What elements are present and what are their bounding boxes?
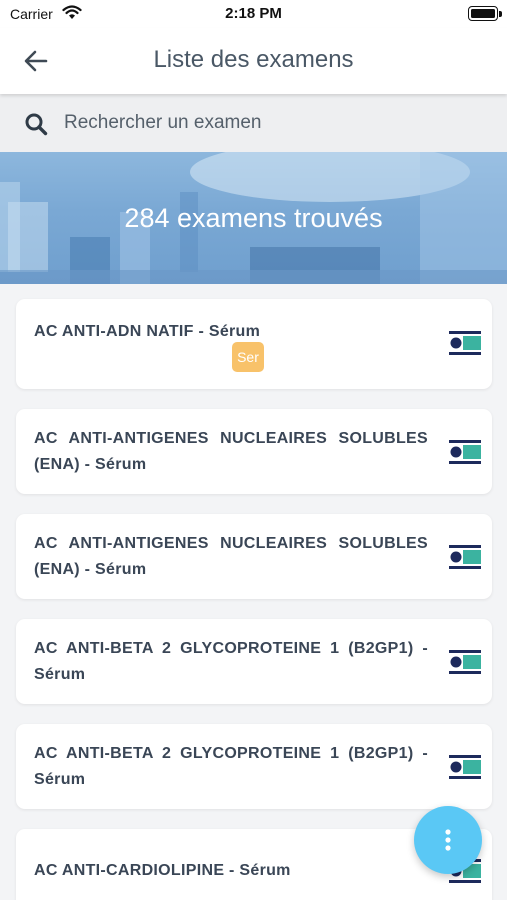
search-input[interactable] — [64, 106, 484, 140]
battery-tip — [499, 11, 502, 17]
sample-type-icon — [449, 331, 481, 355]
exam-name: AC ANTI-BETA 2 GLYCOPROTEINE 1 (B2GP1) -… — [34, 745, 428, 788]
status-bar: Carrier 2:18 PM — [0, 0, 507, 28]
results-count: 284 examens trouvés — [124, 203, 383, 233]
battery-icon — [468, 6, 498, 21]
clock: 2:18 PM — [225, 5, 282, 22]
sample-type-badge: Ser — [232, 342, 264, 372]
search-bar — [0, 94, 507, 152]
more-vertical-icon — [445, 829, 451, 851]
app-header: Liste des examens — [0, 28, 507, 94]
exam-card[interactable]: AC ANTI-BETA 2 GLYCOPROTEINE 1 (B2GP1) -… — [16, 724, 492, 809]
exam-card[interactable]: AC ANTI-BETA 2 GLYCOPROTEINE 1 (B2GP1) -… — [16, 619, 492, 704]
exam-name: AC ANTI-ANTIGENES NUCLEAIRES SOLUBLES (E… — [34, 430, 428, 473]
page-title: Liste des examens — [153, 46, 354, 73]
exam-name: AC ANTI-ANTIGENES NUCLEAIRES SOLUBLES (E… — [34, 535, 428, 578]
exam-card[interactable]: AC ANTI-ANTIGENES NUCLEAIRES SOLUBLES (E… — [16, 514, 492, 599]
exam-name: AC ANTI-BETA 2 GLYCOPROTEINE 1 (B2GP1) -… — [34, 640, 428, 683]
exam-name: AC ANTI-CARDIOLIPINE - Sérum — [34, 862, 291, 879]
exam-card[interactable]: AC ANTI-ANTIGENES NUCLEAIRES SOLUBLES (E… — [16, 409, 492, 494]
sample-type-icon — [449, 755, 481, 779]
results-banner: 284 examens trouvés — [0, 152, 507, 284]
exam-name: AC ANTI-ADN NATIF - Sérum — [34, 323, 261, 340]
sample-type-icon — [449, 650, 481, 674]
sample-type-icon — [449, 440, 481, 464]
search-icon — [24, 112, 48, 141]
sample-type-icon — [449, 545, 481, 569]
exam-card[interactable]: AC ANTI-ADN NATIF - Sérum Ser — [16, 299, 492, 389]
more-options-button[interactable] — [414, 806, 482, 874]
